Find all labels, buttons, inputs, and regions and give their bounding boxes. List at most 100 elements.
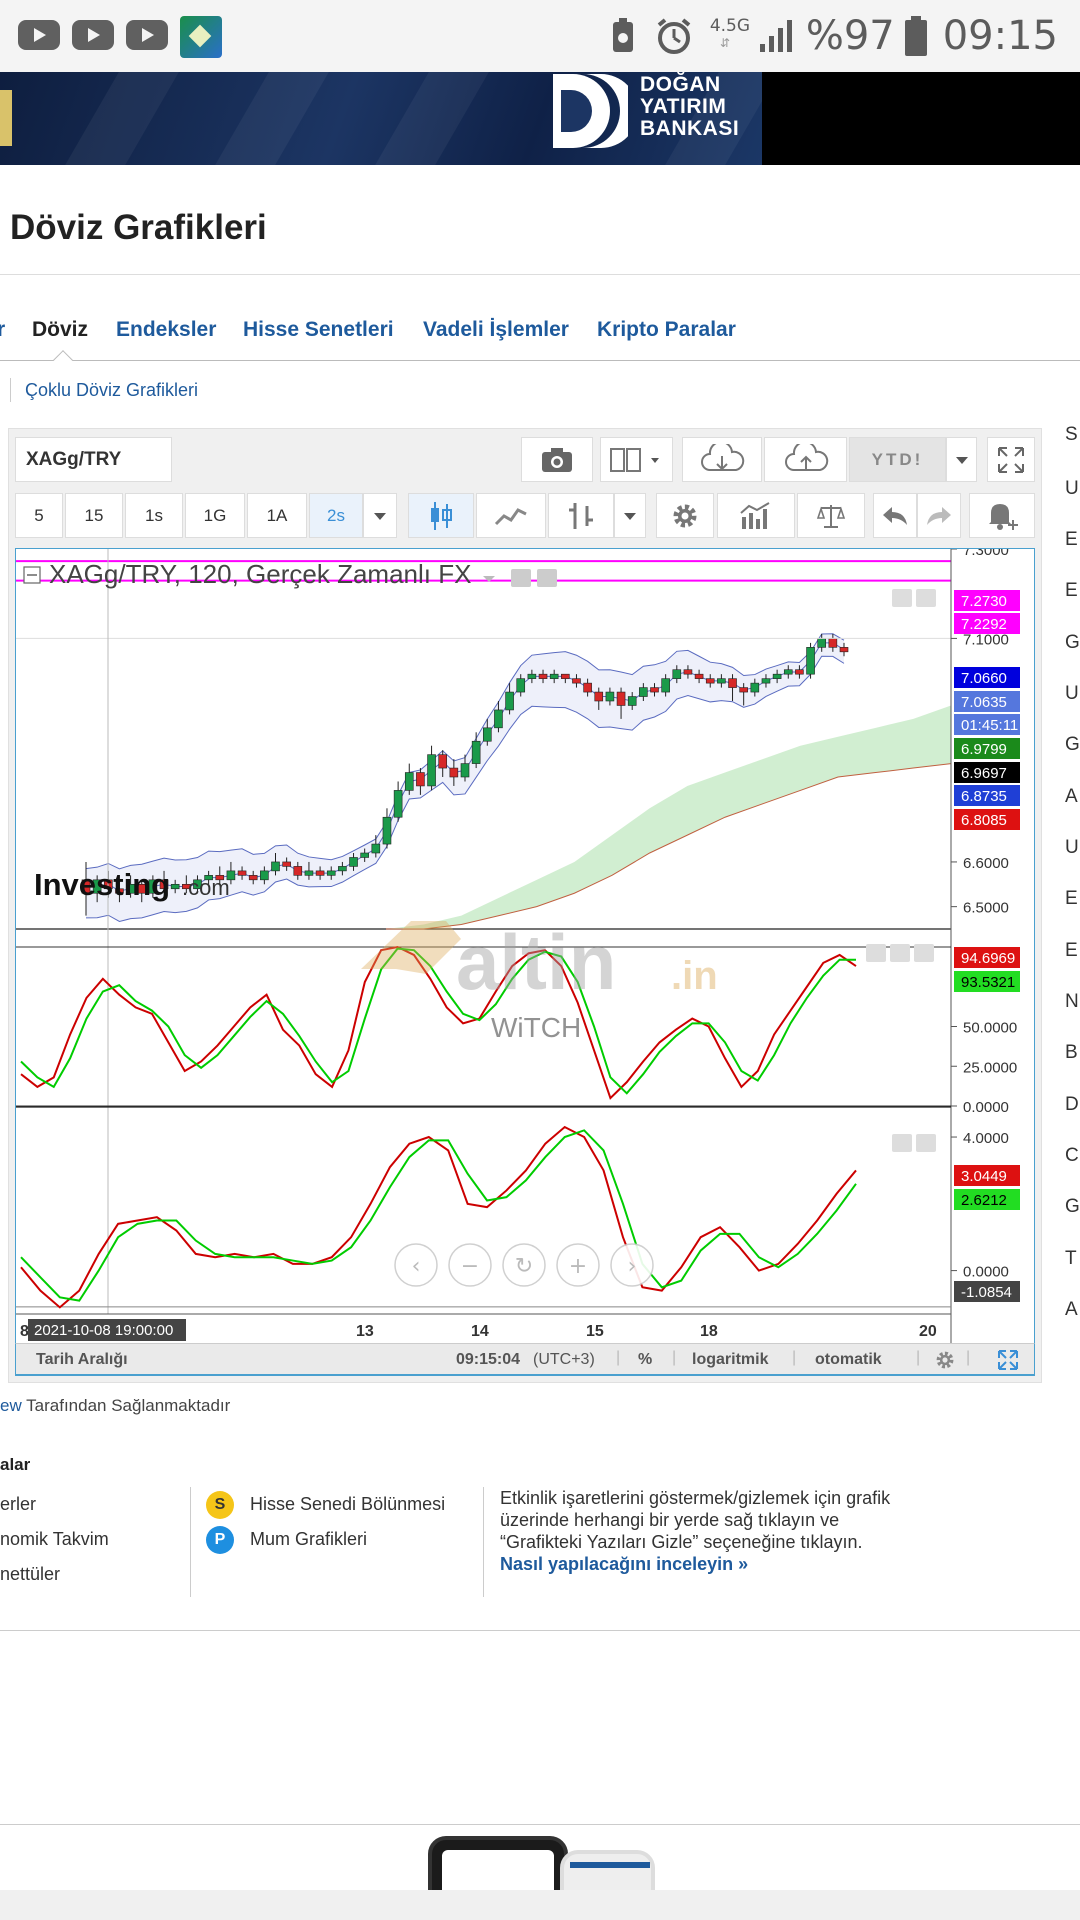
side-list-item[interactable]: U bbox=[1065, 478, 1079, 500]
interval-1s[interactable]: 1s bbox=[125, 493, 183, 538]
side-list-item[interactable]: G bbox=[1065, 632, 1080, 654]
chart-area[interactable]: XAGg/TRY, 120, Gerçek Zamanlı FX Investin… bbox=[15, 548, 1035, 1376]
save-chart-button[interactable] bbox=[764, 437, 847, 482]
bar-type-button[interactable] bbox=[548, 493, 614, 538]
auto-scale-toggle[interactable]: otomatik bbox=[815, 1351, 882, 1369]
candle bbox=[772, 673, 782, 679]
candle bbox=[627, 696, 637, 706]
y-tick-label: 7.3000 bbox=[963, 549, 1009, 559]
provider-link[interactable]: ew bbox=[0, 1396, 22, 1415]
undo-button[interactable] bbox=[873, 493, 917, 538]
side-list-item[interactable]: A bbox=[1065, 1299, 1078, 1321]
log-scale-toggle[interactable]: logaritmik bbox=[692, 1351, 768, 1369]
candlestick-type-button[interactable] bbox=[408, 493, 474, 538]
youtube-icon bbox=[18, 20, 60, 50]
chart-type-dropdown[interactable] bbox=[614, 493, 646, 538]
side-list-item[interactable]: D bbox=[1065, 1094, 1079, 1116]
interval-5[interactable]: 5 bbox=[15, 493, 63, 538]
ad-banner[interactable]: DOĞAN YATIRIM BANKASI bbox=[0, 72, 1080, 165]
side-list-item[interactable]: G bbox=[1065, 1196, 1080, 1218]
tab-hisse-senetleri[interactable]: Hisse Senetleri bbox=[243, 318, 394, 342]
expand-icon[interactable] bbox=[997, 1349, 1019, 1371]
settings-button[interactable] bbox=[656, 493, 714, 538]
side-list-item[interactable]: C bbox=[1065, 1145, 1079, 1167]
clock-readout: 09:15:04 bbox=[456, 1351, 521, 1368]
side-list-item[interactable]: S bbox=[1065, 424, 1078, 446]
candle bbox=[271, 861, 280, 872]
indicators-icon bbox=[740, 501, 770, 529]
side-list-item[interactable]: E bbox=[1065, 580, 1078, 602]
side-list-item[interactable]: B bbox=[1065, 1042, 1078, 1064]
gear-icon bbox=[537, 569, 557, 587]
ytd-dropdown[interactable] bbox=[946, 437, 977, 482]
screenshot-button[interactable] bbox=[521, 437, 593, 482]
interval-1a[interactable]: 1A bbox=[247, 493, 307, 538]
candle bbox=[572, 678, 581, 684]
tab-previous[interactable]: r bbox=[0, 318, 5, 342]
side-list-item[interactable]: E bbox=[1065, 529, 1078, 551]
y-tick-label: 0.0000 bbox=[963, 1264, 1009, 1281]
interval-2s[interactable]: 2s bbox=[309, 493, 363, 538]
candle bbox=[549, 673, 559, 679]
y-tick-label: 25.0000 bbox=[963, 1059, 1017, 1076]
side-list-item[interactable]: A bbox=[1065, 786, 1078, 808]
interval-15[interactable]: 15 bbox=[65, 493, 123, 538]
ad-banner-image: DOĞAN YATIRIM BANKASI bbox=[0, 72, 762, 165]
candle bbox=[694, 673, 704, 679]
x-tick-label: 15 bbox=[586, 1323, 604, 1340]
side-list-item[interactable]: T bbox=[1065, 1248, 1077, 1270]
timezone-label[interactable]: (UTC+3) bbox=[533, 1351, 595, 1369]
side-list-item[interactable]: U bbox=[1065, 837, 1079, 859]
side-list-item[interactable]: G bbox=[1065, 734, 1080, 756]
legend-item[interactable]: nettüler bbox=[0, 1564, 60, 1585]
how-to-link[interactable]: Nasıl yapılacağını inceleyin » bbox=[500, 1553, 900, 1575]
load-chart-button[interactable] bbox=[682, 437, 762, 482]
fullscreen-button[interactable] bbox=[987, 437, 1035, 482]
undo-icon bbox=[883, 506, 907, 525]
legend-title: alar bbox=[0, 1455, 31, 1474]
multi-chart-link[interactable]: Çoklu Döviz Grafikleri bbox=[25, 380, 198, 401]
tab-kripto-paralar[interactable]: Kripto Paralar bbox=[597, 318, 736, 342]
compare-button[interactable] bbox=[797, 493, 865, 538]
interval-dropdown[interactable] bbox=[363, 493, 397, 538]
layout-icon bbox=[609, 447, 659, 472]
percent-toggle[interactable]: % bbox=[638, 1351, 652, 1369]
indicators-button[interactable] bbox=[717, 493, 795, 538]
legend-item[interactable]: nomik Takvim bbox=[0, 1529, 109, 1550]
tab-vadeli-islemler[interactable]: Vadeli İşlemler bbox=[423, 318, 569, 342]
candle bbox=[828, 638, 838, 648]
tab-doviz[interactable]: Döviz bbox=[32, 318, 88, 342]
candle bbox=[672, 669, 682, 679]
tab-endeksler[interactable]: Endeksler bbox=[116, 318, 216, 342]
layout-button[interactable] bbox=[600, 437, 673, 482]
side-list-item[interactable]: E bbox=[1065, 888, 1078, 910]
redo-button[interactable] bbox=[917, 493, 961, 538]
alert-button[interactable] bbox=[969, 493, 1035, 538]
price-label: 93.5321 bbox=[961, 974, 1015, 991]
gear-icon[interactable] bbox=[934, 1349, 956, 1371]
candle bbox=[382, 816, 392, 845]
price-chart[interactable]: XAGg/TRY, 120, Gerçek Zamanlı FX Investin… bbox=[16, 549, 1034, 1344]
candle bbox=[739, 687, 748, 693]
side-list-item[interactable]: U bbox=[1065, 683, 1079, 705]
price-label: 7.0635 bbox=[961, 694, 1007, 711]
line-type-button[interactable] bbox=[476, 493, 546, 538]
candle-badge-icon: P bbox=[206, 1526, 234, 1554]
legend-item[interactable]: erler bbox=[0, 1494, 36, 1515]
side-list-item[interactable]: E bbox=[1065, 940, 1078, 962]
interval-1g[interactable]: 1G bbox=[185, 493, 245, 538]
price-label: 3.0449 bbox=[961, 1168, 1007, 1185]
candle bbox=[817, 638, 827, 648]
ytd-button[interactable]: YTD! bbox=[849, 437, 946, 482]
symbol-input[interactable]: XAGg/TRY bbox=[15, 437, 172, 482]
date-range-button[interactable]: Tarih Aralığı bbox=[36, 1351, 128, 1369]
price-label: 94.6969 bbox=[961, 950, 1015, 967]
network-indicator: 4.5G ⇵ bbox=[709, 16, 751, 50]
candle bbox=[505, 691, 514, 711]
y-tick-label: 0.0000 bbox=[963, 1099, 1009, 1116]
pane-up-icon bbox=[892, 1134, 912, 1152]
candle bbox=[806, 647, 815, 675]
legend-split: Hisse Senedi Bölünmesi bbox=[250, 1494, 446, 1514]
side-list-item[interactable]: N bbox=[1065, 991, 1079, 1013]
candle bbox=[616, 691, 626, 706]
